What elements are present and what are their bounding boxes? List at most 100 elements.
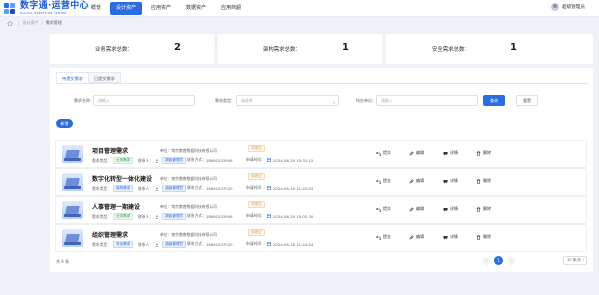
requirements-panel: 待提交需求 已提交需求 需求名称： 请输入 需求类型： 请选择 ▾ 所在单位： … — [50, 68, 593, 272]
requirement-contact: 联系人： 超级管理员 — [138, 157, 187, 164]
stat-label: 架构需求总数： — [263, 47, 301, 53]
chevron-down-icon: ▾ — [582, 258, 584, 262]
nav-overview[interactable]: 概览 — [85, 2, 107, 15]
calendar-icon — [266, 186, 271, 190]
requirement-contact: 联系人： 超级管理员 — [138, 213, 187, 220]
prev-page-icon[interactable]: ‹ — [482, 256, 490, 265]
tab-divider — [56, 83, 589, 84]
requirement-unit: 单位：南京数睿数据科技有限公司 — [160, 204, 217, 209]
nav-app-store[interactable]: 应用商超 — [215, 2, 247, 15]
requirement-title[interactable]: 数字化转型一体化建设 — [92, 174, 152, 183]
tab-submitted[interactable]: 已提交需求 — [88, 72, 121, 83]
nav-app-assets[interactable]: 应用资产 — [145, 2, 177, 15]
submit-action[interactable]: 提交 — [376, 178, 391, 184]
user-menu[interactable]: 超级管理员 — [551, 3, 585, 11]
status-badge: 待提交 — [248, 145, 265, 152]
trash-icon — [476, 234, 481, 240]
logo-subtitle: DIGITAL OPERATION CENTER — [20, 12, 67, 15]
list-item: 人事管理一期建设 单位：南京数睿数据科技有限公司 待提交 需求类型： 业务需求 联… — [55, 196, 587, 224]
calendar-icon — [266, 242, 271, 246]
filter-unit-input[interactable]: 请输入 — [376, 95, 478, 106]
requirement-unit: 单位：南京数睿数据科技有限公司 — [160, 176, 217, 181]
submit-action[interactable]: 提交 — [376, 150, 391, 156]
detail-action[interactable]: 详情 — [443, 150, 458, 156]
add-button[interactable]: 新增 — [56, 119, 73, 128]
edit-action[interactable]: 编辑 — [409, 150, 424, 156]
tab-pending[interactable]: 待提交需求 — [56, 72, 89, 83]
filter-type-label: 需求类型： — [215, 98, 235, 103]
requirement-unit: 单位：南京数睿数据科技有限公司 — [160, 148, 217, 153]
avatar — [551, 3, 560, 11]
edit-action[interactable]: 编辑 — [409, 234, 424, 240]
requirement-contact: 联系人： 超级管理员 — [138, 185, 187, 192]
status-badge: 待提交 — [248, 229, 265, 236]
edit-icon — [409, 206, 414, 211]
edit-action[interactable]: 编辑 — [409, 206, 424, 212]
logo-title: 数字通·运营中心 — [20, 1, 89, 11]
requirement-phone: 联系方式： 18692537520 — [187, 185, 233, 191]
requirement-thumbnail — [62, 145, 83, 163]
detail-action[interactable]: 详情 — [443, 178, 458, 184]
home-icon[interactable] — [7, 20, 13, 26]
contact-tag: 超级管理员 — [162, 213, 187, 220]
reset-button[interactable]: 重置 — [516, 95, 538, 106]
calendar-icon — [266, 214, 271, 218]
stat-value: 2 — [174, 42, 181, 53]
submit-action[interactable]: 提交 — [376, 206, 391, 212]
comment-icon — [443, 235, 448, 239]
edit-icon — [409, 178, 414, 183]
filter-name-input[interactable]: 请输入 — [93, 95, 195, 106]
edit-icon — [409, 150, 414, 155]
top-header: 数字通·运营中心 DIGITAL OPERATION CENTER 概览 设计资… — [0, 0, 599, 17]
nav-design-assets[interactable]: 设计资产 — [110, 2, 143, 15]
contact-tag: 超级管理员 — [162, 185, 187, 192]
delete-action[interactable]: 删除 — [476, 234, 491, 240]
type-tag: 业务需求 — [112, 157, 134, 164]
page-size-select[interactable]: 10 条/页 ▾ — [563, 256, 587, 265]
contact-tag: 超级管理员 — [162, 157, 187, 164]
person-icon — [155, 242, 159, 247]
requirement-unit: 单位：南京数睿数据科技有限公司 — [160, 232, 217, 237]
requirement-type: 需求类型： 架构需求 — [92, 185, 134, 192]
detail-action[interactable]: 详情 — [443, 234, 458, 240]
stat-label: 安全需求总数： — [432, 47, 470, 53]
stat-value: 1 — [510, 42, 517, 53]
requirement-phone: 联系方式： 18692537520 — [187, 241, 233, 247]
requirement-thumbnail — [62, 229, 83, 247]
requirement-title[interactable]: 项目管理需求 — [92, 146, 128, 155]
nav-data-assets[interactable]: 数据资产 — [180, 2, 212, 15]
delete-action[interactable]: 删除 — [476, 150, 491, 156]
requirement-contact: 联系人： 超级管理员 — [138, 241, 187, 248]
requirement-title[interactable]: 人事管理一期建设 — [92, 202, 140, 211]
contact-tag: 超级管理员 — [162, 241, 187, 248]
edit-action[interactable]: 编辑 — [409, 178, 424, 184]
tab-bar: 待提交需求 已提交需求 — [56, 72, 121, 83]
next-page-icon[interactable]: › — [507, 256, 515, 265]
undo-icon — [376, 151, 381, 156]
trash-icon — [476, 150, 481, 156]
user-name: 超级管理员 — [562, 5, 585, 10]
delete-action[interactable]: 删除 — [476, 206, 491, 212]
breadcrumb: / 设计资产 / 需求管理 — [7, 20, 62, 26]
breadcrumb-current: 需求管理 — [45, 20, 62, 25]
requirement-phone: 联系方式： 18692533958 — [187, 157, 233, 163]
delete-action[interactable]: 删除 — [476, 178, 491, 184]
filter-type-select[interactable]: 请选择 ▾ — [236, 95, 339, 106]
logo-mark-icon — [4, 2, 17, 15]
requirement-title[interactable]: 组织管理需求 — [92, 230, 128, 239]
undo-icon — [376, 179, 381, 184]
submit-action[interactable]: 提交 — [376, 234, 391, 240]
comment-icon — [443, 151, 448, 155]
total-count: 共 4 条 — [56, 259, 70, 264]
list-item: 组织管理需求 单位：南京数睿数据科技有限公司 待提交 需求类型： 安全需求 联系人… — [55, 224, 587, 252]
page-number[interactable]: 1 — [494, 256, 503, 265]
type-tag: 架构需求 — [112, 185, 134, 192]
stat-card-business: 业务需求总数： 2 — [50, 34, 214, 64]
requirement-type: 需求类型： 业务需求 — [92, 157, 134, 164]
breadcrumb-root[interactable]: 设计资产 — [22, 20, 38, 26]
detail-action[interactable]: 详情 — [443, 206, 458, 212]
search-button[interactable]: 查询 — [483, 95, 505, 106]
stat-card-security: 安全需求总数： 1 — [386, 34, 593, 64]
type-tag: 安全需求 — [112, 241, 134, 248]
app-logo[interactable]: 数字通·运营中心 DIGITAL OPERATION CENTER — [4, 2, 89, 15]
